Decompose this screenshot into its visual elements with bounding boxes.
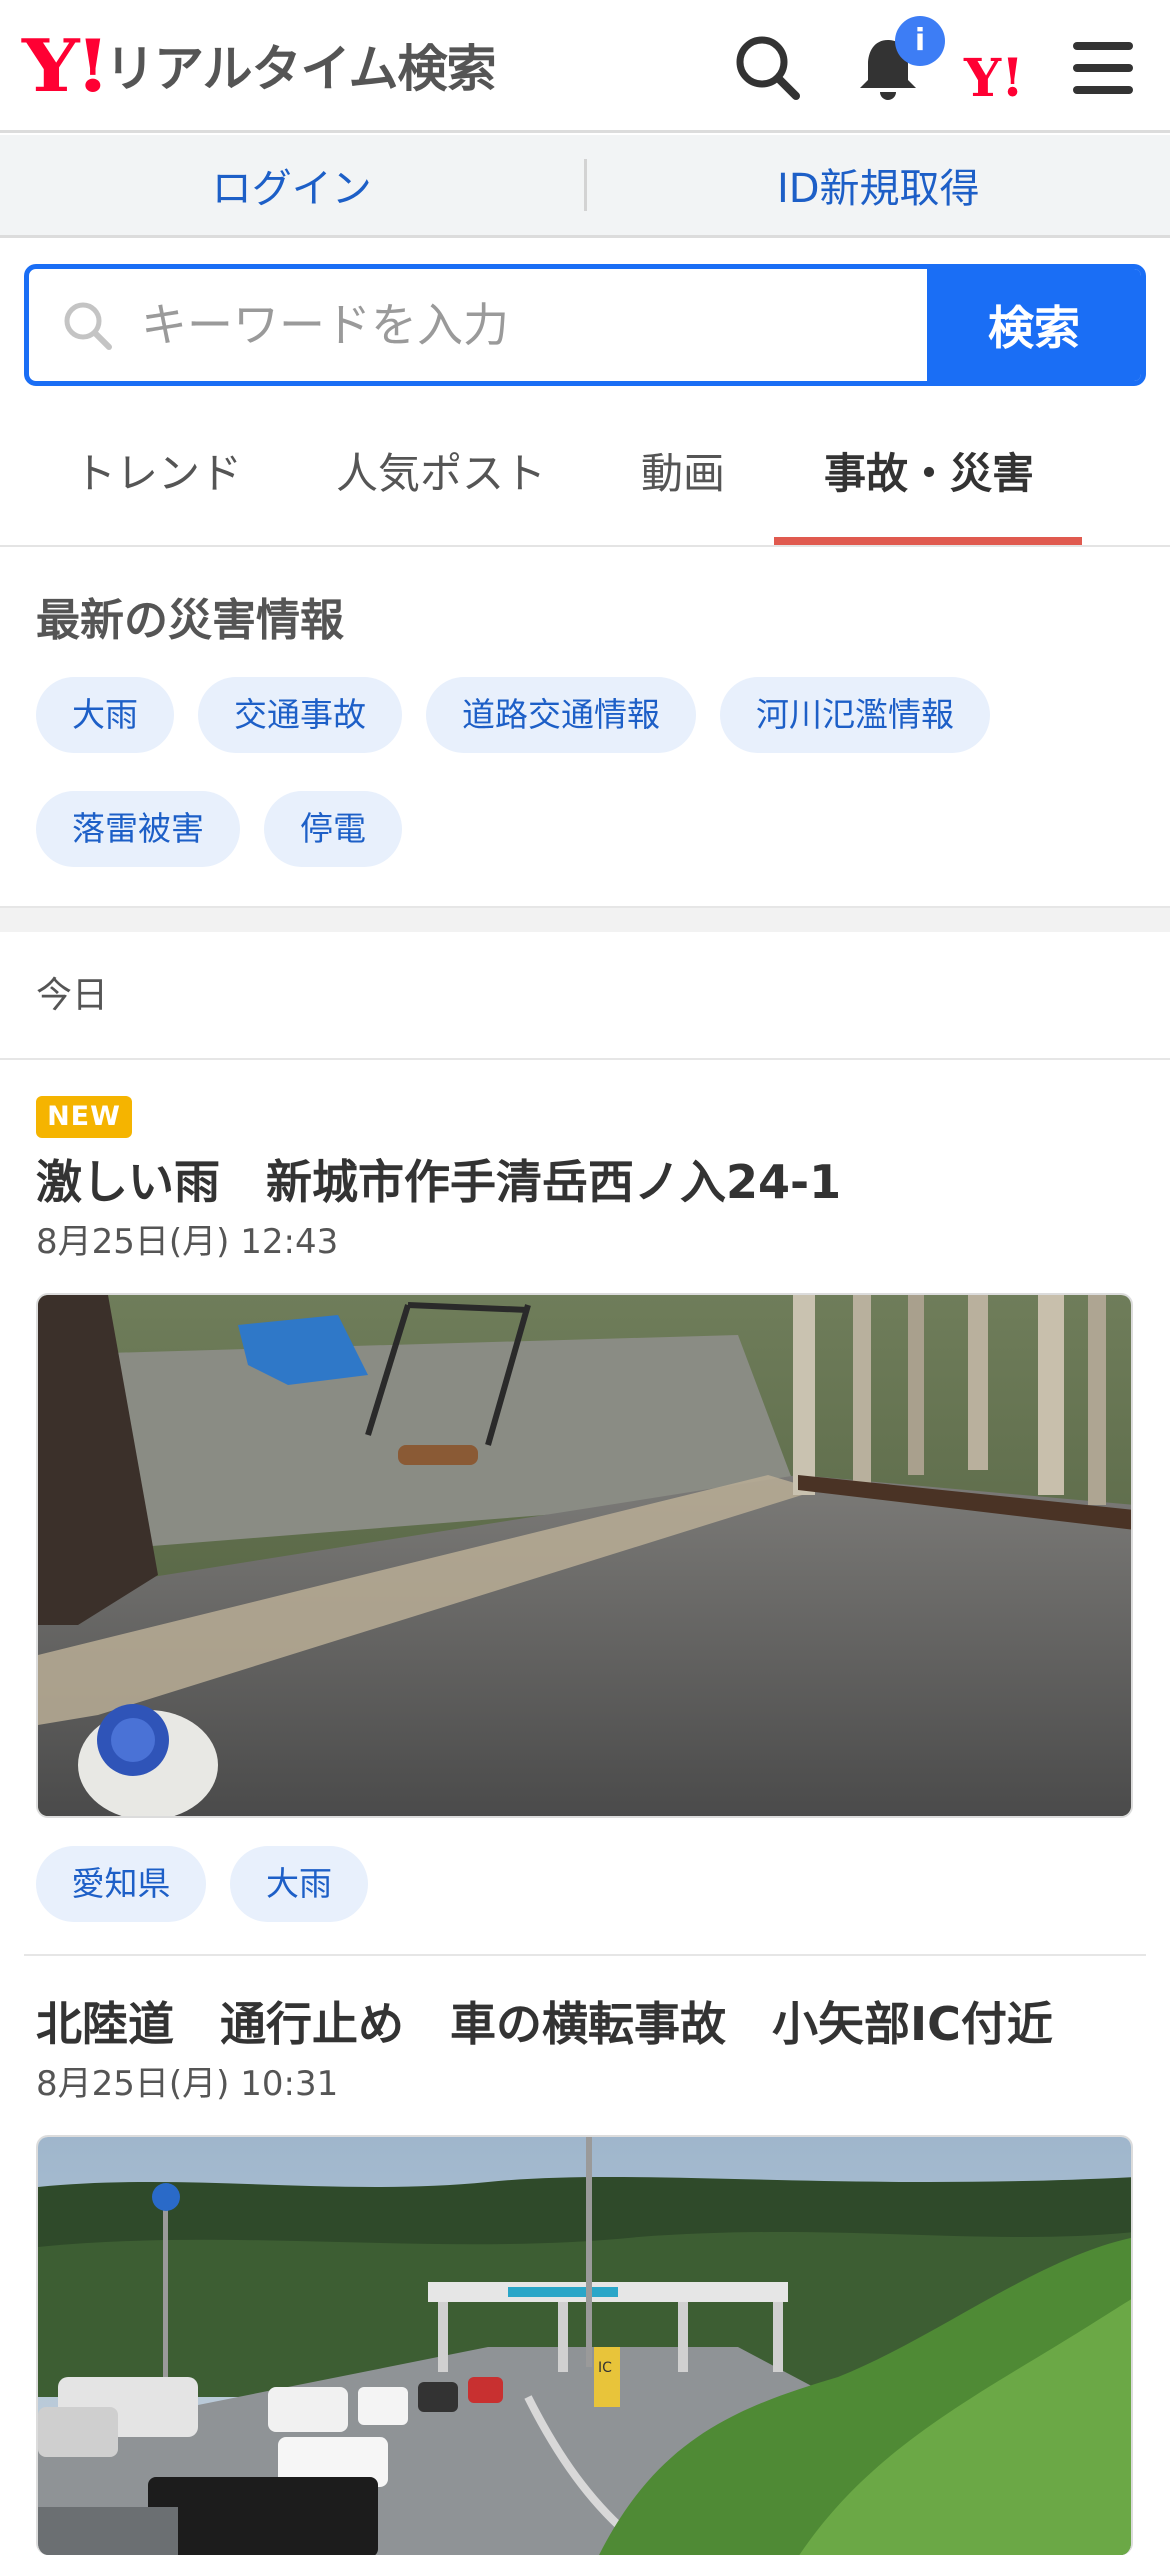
search-input[interactable] (141, 269, 941, 381)
disaster-section-title: 最新の災害情報 (36, 584, 344, 648)
search-icon[interactable] (728, 28, 808, 108)
chip-lightning-damage[interactable]: 落雷被害 (36, 791, 240, 867)
post-image-rain-gravel[interactable] (36, 1293, 1133, 1818)
tag-aichi[interactable]: 愛知県 (36, 1846, 206, 1922)
search-button[interactable]: 検索 (927, 269, 1141, 381)
section-divider (0, 906, 1170, 932)
hamburger-menu-icon[interactable] (1065, 28, 1145, 108)
post-title[interactable]: 激しい雨 新城市作手清岳西ノ入24-1 (36, 1146, 841, 1212)
yahoo-japan-icon[interactable]: Y! (962, 36, 1042, 116)
chip-road-traffic-info[interactable]: 道路交通情報 (426, 677, 696, 753)
search-field (29, 269, 927, 381)
logo-text: リアルタイム検索 (105, 29, 496, 101)
chip-traffic-accident[interactable]: 交通事故 (198, 677, 402, 753)
day-divider (0, 1058, 1170, 1060)
tab-trend[interactable]: トレンド (74, 440, 242, 547)
active-tab-indicator (774, 537, 1082, 545)
chip-river-flood-info[interactable]: 河川氾濫情報 (720, 677, 990, 753)
yahoo-realtime-logo[interactable]: Y! リアルタイム検索 (22, 30, 496, 100)
yj-logo-text: Y! (963, 48, 1024, 109)
tab-videos[interactable]: 動画 (641, 440, 725, 547)
tab-accidents-disasters[interactable]: 事故・災害 (824, 440, 1034, 547)
signup-link[interactable]: ID新規取得 (587, 156, 1170, 214)
account-bar: ログイン ID新規取得 (0, 135, 1170, 238)
category-tabs: トレンド 人気ポスト 動画 事故・災害 (0, 410, 1170, 547)
search-field-icon (59, 297, 115, 353)
new-badge: NEW (36, 1096, 132, 1138)
day-label: 今日 (36, 966, 108, 1018)
chip-heavy-rain[interactable]: 大雨 (36, 677, 174, 753)
post-image-tollgate-traffic[interactable]: IC (36, 2135, 1133, 2555)
search-form: 検索 (24, 264, 1146, 386)
chip-power-outage[interactable]: 停電 (264, 791, 402, 867)
post-title[interactable]: 北陸道 通行止め 車の横転事故 小矢部IC付近 (36, 1988, 1053, 2054)
logo-y-mark: Y! (22, 23, 106, 108)
post-timestamp: 8月25日(月) 10:31 (36, 2056, 338, 2105)
post-divider (24, 1954, 1146, 1956)
post-timestamp: 8月25日(月) 12:43 (36, 1214, 338, 1263)
login-link[interactable]: ログイン (0, 156, 584, 214)
toll-sign-text: IC (598, 2360, 612, 2376)
tag-heavy-rain[interactable]: 大雨 (230, 1846, 368, 1922)
notification-badge[interactable]: i (895, 16, 945, 66)
tab-popular-posts[interactable]: 人気ポスト (336, 440, 546, 547)
app-header: Y! リアルタイム検索 i Y! (0, 0, 1170, 133)
